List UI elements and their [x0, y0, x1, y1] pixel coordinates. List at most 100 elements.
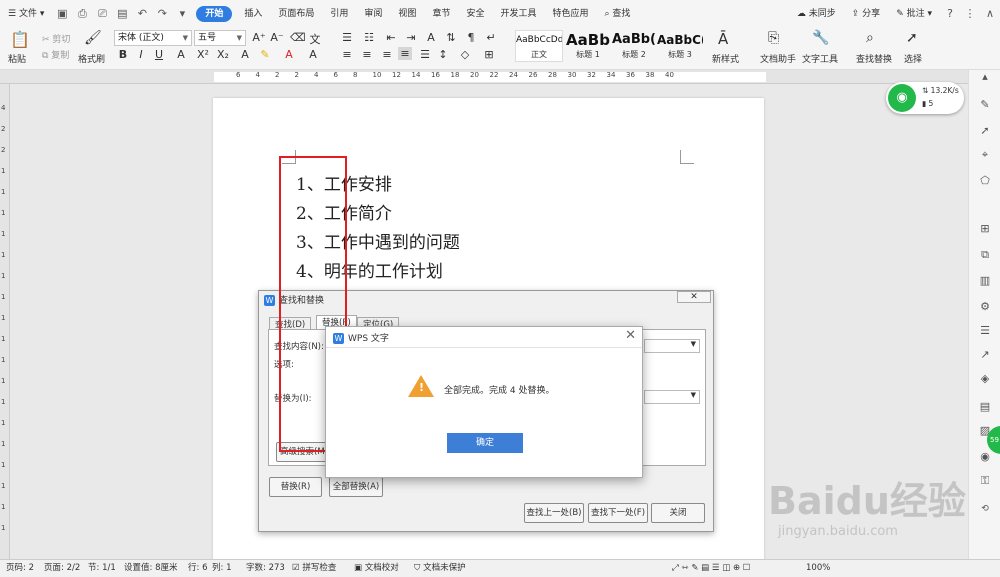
style-heading2[interactable]: AaBb(标题 2 [610, 30, 658, 62]
scroll-up-icon[interactable]: ▴ [978, 70, 992, 84]
sync-status[interactable]: ☁ 未同步 [789, 0, 844, 28]
text-effect-icon[interactable]: A [238, 48, 252, 61]
select-button[interactable]: 选择 [904, 52, 922, 65]
new-style-button[interactable]: 新样式 [712, 52, 739, 65]
text-tools-button[interactable]: 文字工具 [802, 52, 838, 65]
borders-icon[interactable]: ⊞ [482, 48, 496, 61]
comment-button[interactable]: ✎ 批注 ▾ [888, 0, 940, 28]
font-select[interactable]: 宋体 (正文) ▼ [114, 30, 192, 46]
copy-icon[interactable]: ⧉ [978, 248, 992, 262]
doc-assistant-icon[interactable]: ⎘ [768, 30, 779, 46]
style-heading3[interactable]: AaBbC(标题 3 [656, 30, 704, 62]
close-icon[interactable]: ✕ [677, 291, 711, 303]
preview-icon[interactable]: ▤ [115, 7, 129, 21]
compass-icon[interactable]: ◈ [978, 372, 992, 386]
file-menu[interactable]: ☰ 文件 ▾ [0, 0, 52, 28]
style-normal[interactable]: AaBbCcDd 正文 [515, 30, 563, 62]
status-page-num[interactable]: 页码: 2 [6, 560, 34, 577]
shrink-font-icon[interactable]: A⁻ [270, 31, 284, 44]
settings-icon[interactable]: ⚙ [978, 300, 992, 314]
justify-icon[interactable]: ≡ [398, 47, 412, 60]
strikethrough-icon[interactable]: A [174, 48, 188, 61]
print-icon[interactable]: ⎚ [95, 7, 109, 21]
size-select[interactable]: 五号 ▼ [194, 30, 246, 46]
location-icon[interactable]: ⌖ [978, 148, 992, 162]
italic-icon[interactable]: I [134, 48, 148, 61]
zoom-level[interactable]: 100% [806, 560, 830, 577]
find-replace-button[interactable]: 查找替换 [856, 52, 892, 65]
style-heading1[interactable]: AaBb 标题 1 [564, 30, 612, 62]
clear-format-icon[interactable]: ⌫ [290, 31, 306, 44]
bullets-icon[interactable]: ☰ [340, 31, 354, 44]
redo-icon[interactable]: ↷ [155, 7, 169, 21]
status-words[interactable]: 字数: 273 [246, 560, 285, 577]
replace-dropdown[interactable]: ▼ [644, 390, 700, 404]
superscript-icon[interactable]: X² [196, 48, 210, 61]
spell-check[interactable]: ☑ 拼写检查 [292, 560, 336, 577]
list-icon[interactable]: ☰ [978, 324, 992, 338]
increase-indent-icon[interactable]: ⇥ [404, 31, 418, 44]
chinese-layout-icon[interactable]: A [424, 31, 438, 44]
find-dropdown[interactable]: ▼ [644, 339, 700, 353]
subscript-icon[interactable]: X₂ [216, 48, 230, 61]
close-icon[interactable]: ✕ [625, 328, 636, 343]
sort-icon[interactable]: ⇅ [444, 31, 458, 44]
new-style-icon[interactable]: Ā [718, 30, 728, 48]
tab-view[interactable]: 视图 [390, 0, 424, 28]
line-spacing-icon[interactable]: ↕ [436, 48, 450, 61]
select-icon[interactable]: ➚ [906, 30, 918, 46]
customize-icon[interactable]: ▾ [175, 7, 189, 21]
bold-icon[interactable]: B [116, 48, 130, 61]
ok-button[interactable]: 确定 [447, 433, 523, 453]
copy-button[interactable]: ⧉ 复制 [42, 48, 69, 61]
doc-proof[interactable]: ▣ 文档校对 [354, 560, 399, 577]
align-center-icon[interactable]: ≡ [360, 48, 374, 61]
tab-features[interactable]: 特色应用 [544, 0, 596, 28]
tab-chapter[interactable]: 章节 [424, 0, 458, 28]
status-pages[interactable]: 页面: 2/2 [44, 560, 80, 577]
replace-button[interactable]: 替换(R) [269, 477, 322, 497]
paste-icon[interactable]: 📋 [10, 30, 30, 49]
horizontal-ruler[interactable]: 6 4 2 2 4 6 8 10 12 14 16 18 20 22 24 26 28 30 32 34 36 38 40 [0, 70, 968, 84]
network-widget[interactable]: ◉ ⇅ 13.2K/s ▮ 5 [886, 82, 964, 114]
replace-all-button[interactable]: 全部替换(A) [329, 477, 383, 497]
find-next-button[interactable]: 查找下一处(F) [588, 503, 648, 523]
phonetic-icon[interactable]: 文 [308, 31, 322, 47]
tab-developer[interactable]: 开发工具 [492, 0, 544, 28]
export-icon[interactable]: ↗ [978, 348, 992, 362]
show-marks-icon[interactable]: ¶ [464, 31, 478, 44]
vertical-ruler[interactable]: 4 2 2 1 1 1 1 1 1 1 1 1 1 1 1 1 1 1 1 1 1 [0, 84, 10, 559]
table-icon[interactable]: ⊞ [978, 222, 992, 236]
doc-protect[interactable]: ⛉ 文档未保护 [414, 560, 466, 577]
grow-font-icon[interactable]: A⁺ [252, 31, 266, 44]
cursor-icon[interactable]: ➚ [978, 124, 992, 138]
record-icon[interactable]: ◉ [978, 450, 992, 464]
cut-button[interactable]: ✂ 剪切 [42, 32, 70, 45]
search-menu[interactable]: ⌕ 查找 [597, 0, 639, 28]
shading-icon[interactable]: ◇ [458, 48, 472, 61]
font-color-icon[interactable]: A [282, 48, 296, 61]
paste-button[interactable]: 粘贴 [8, 52, 26, 65]
undo-icon[interactable]: ↶ [135, 7, 149, 21]
distributed-icon[interactable]: ☰ [418, 48, 432, 61]
align-left-icon[interactable]: ≡ [340, 48, 354, 61]
edit-icon[interactable]: ✎ [978, 98, 992, 112]
share-button[interactable]: ⇪ 分享 [844, 0, 888, 28]
tab-page-layout[interactable]: 页面布局 [270, 0, 322, 28]
find-replace-icon[interactable]: ⌕ [866, 30, 874, 46]
paragraph-mark-icon[interactable]: ↵ [484, 31, 498, 44]
gallery-icon[interactable]: ▤ [978, 400, 992, 414]
more-icon[interactable]: ⋮ [963, 7, 977, 21]
tab-home[interactable]: 开始 [196, 6, 233, 22]
chart-icon[interactable]: ▥ [978, 274, 992, 288]
tab-security[interactable]: 安全 [458, 0, 492, 28]
decrease-indent-icon[interactable]: ⇤ [384, 31, 398, 44]
tab-references[interactable]: 引用 [322, 0, 356, 28]
char-shading-icon[interactable]: A [306, 48, 320, 61]
collapse-icon[interactable]: ∧ [983, 7, 997, 21]
text-tools-icon[interactable]: 🔧 [812, 30, 829, 46]
shapes-icon[interactable]: ⬠ [978, 174, 992, 188]
save-icon[interactable]: ▣ [55, 7, 69, 21]
doc-assistant-button[interactable]: 文档助手 [760, 52, 796, 65]
underline-icon[interactable]: U [152, 48, 166, 61]
